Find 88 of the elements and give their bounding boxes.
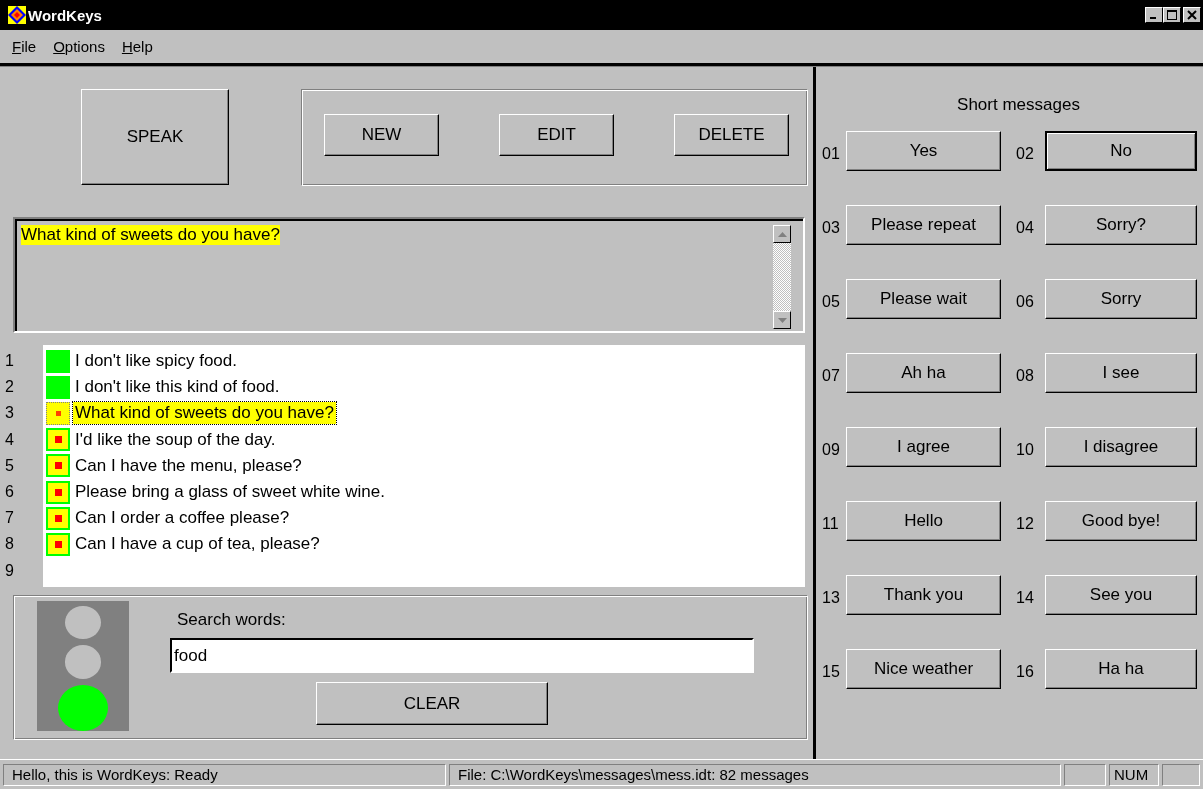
status-marker-icon bbox=[46, 401, 70, 425]
short-message-button[interactable]: Nice weather bbox=[846, 649, 1001, 689]
message-number: 05 bbox=[821, 293, 841, 311]
status-marker-icon bbox=[46, 375, 70, 399]
short-message-button[interactable]: No bbox=[1045, 131, 1197, 171]
status-text: File: C:\WordKeys\messages\mess.idt: 82 messages bbox=[449, 763, 1061, 786]
message-number: 11 bbox=[821, 515, 840, 533]
status-marker-icon bbox=[46, 506, 70, 530]
message-number: 12 bbox=[1015, 515, 1035, 533]
message-number: 06 bbox=[1015, 293, 1035, 311]
message-number: 10 bbox=[1015, 441, 1035, 459]
window-title: WordKeys bbox=[28, 6, 102, 24]
close-icon bbox=[1187, 10, 1197, 20]
message-text: What kind of sweets do you have? bbox=[21, 225, 280, 245]
message-item[interactable]: I don't like spicy food. bbox=[73, 350, 239, 373]
new-button[interactable]: NEW bbox=[324, 114, 439, 156]
status-marker-icon bbox=[46, 428, 70, 452]
message-item[interactable]: I don't like this kind of food. bbox=[73, 376, 282, 399]
status-text: NUM bbox=[1109, 763, 1159, 786]
line-number: 5 bbox=[4, 456, 15, 475]
menu-item[interactable]: File bbox=[12, 38, 37, 55]
line-number: 1 bbox=[4, 352, 15, 371]
minimize-icon bbox=[1150, 17, 1156, 19]
line-number: 2 bbox=[4, 378, 15, 397]
menu-item[interactable]: Help bbox=[121, 38, 153, 55]
status-marker-icon bbox=[46, 349, 70, 373]
status-text: Hello, this is WordKeys: Ready bbox=[3, 763, 446, 786]
status-panel bbox=[1064, 763, 1106, 786]
short-message-button[interactable]: Sorry? bbox=[1045, 205, 1197, 245]
speak-button[interactable]: SPEAK bbox=[81, 89, 229, 185]
close-button[interactable] bbox=[1183, 7, 1201, 23]
scroll-up-button[interactable] bbox=[773, 225, 791, 243]
short-message-button[interactable]: Ah ha bbox=[846, 353, 1001, 393]
short-message-button[interactable]: I see bbox=[1045, 353, 1197, 393]
status-marker-icon bbox=[46, 454, 70, 478]
short-message-button[interactable]: Sorry bbox=[1045, 279, 1197, 319]
message-text-area[interactable]: What kind of sweets do you have? bbox=[13, 217, 805, 333]
maximize-icon bbox=[1167, 10, 1177, 20]
panel-title: Short messages bbox=[957, 95, 1080, 115]
menu-item[interactable]: Options bbox=[53, 38, 105, 55]
minimize-button[interactable] bbox=[1145, 7, 1163, 23]
short-message-button[interactable]: Ha ha bbox=[1045, 649, 1197, 689]
message-item[interactable]: Please bring a glass of sweet white wine. bbox=[73, 481, 387, 504]
message-number: 03 bbox=[821, 219, 841, 237]
short-message-button[interactable]: I agree bbox=[846, 427, 1001, 467]
message-item[interactable]: Can I order a coffee please? bbox=[73, 507, 292, 530]
message-number: 13 bbox=[821, 589, 841, 607]
search-label: Search words: bbox=[177, 610, 286, 630]
app-logo-icon bbox=[8, 6, 26, 24]
message-number: 02 bbox=[1015, 145, 1035, 163]
short-message-button[interactable]: Please wait bbox=[846, 279, 1001, 319]
search-field[interactable]: food bbox=[170, 638, 754, 673]
line-number: 6 bbox=[4, 483, 15, 502]
maximize-button[interactable] bbox=[1163, 7, 1181, 23]
clear-button[interactable]: CLEAR bbox=[316, 682, 548, 725]
short-message-button[interactable]: See you bbox=[1045, 575, 1197, 615]
edit-button[interactable]: EDIT bbox=[499, 114, 614, 156]
message-number: 14 bbox=[1015, 589, 1035, 607]
short-message-button[interactable]: Yes bbox=[846, 131, 1001, 171]
line-number: 4 bbox=[4, 430, 15, 449]
message-number: 07 bbox=[821, 367, 841, 385]
line-number: 8 bbox=[4, 535, 15, 554]
message-number: 15 bbox=[821, 663, 841, 681]
message-number: 04 bbox=[1015, 219, 1035, 237]
message-item[interactable]: What kind of sweets do you have? bbox=[73, 402, 336, 425]
line-number: 7 bbox=[4, 509, 15, 528]
message-number: 08 bbox=[1015, 367, 1035, 385]
message-number: 01 bbox=[821, 145, 841, 163]
message-item[interactable]: Can I have the menu, please? bbox=[73, 454, 304, 477]
status-marker-icon bbox=[46, 480, 70, 504]
status-panel bbox=[1162, 763, 1200, 786]
short-message-button[interactable]: Thank you bbox=[846, 575, 1001, 615]
message-number: 16 bbox=[1015, 663, 1035, 681]
message-item[interactable]: Can I have a cup of tea, please? bbox=[73, 533, 322, 556]
short-message-button[interactable]: Hello bbox=[846, 501, 1001, 541]
short-message-button[interactable]: Good bye! bbox=[1045, 501, 1197, 541]
up-arrow-icon bbox=[777, 231, 787, 237]
down-arrow-icon bbox=[777, 317, 787, 323]
message-item[interactable]: I'd like the soup of the day. bbox=[73, 428, 278, 451]
short-message-button[interactable]: Please repeat bbox=[846, 205, 1001, 245]
scrollbar[interactable] bbox=[773, 225, 791, 329]
message-number: 09 bbox=[821, 441, 841, 459]
delete-button[interactable]: DELETE bbox=[674, 114, 789, 156]
short-message-button[interactable]: I disagree bbox=[1045, 427, 1197, 467]
line-number: 3 bbox=[4, 404, 15, 423]
line-number: 9 bbox=[4, 561, 15, 580]
scroll-down-button[interactable] bbox=[773, 311, 791, 329]
status-marker-icon bbox=[46, 532, 70, 556]
